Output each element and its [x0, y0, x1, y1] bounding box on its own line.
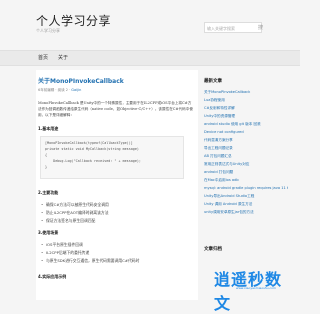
list-item: 防止IL2CPP在AOT编译时剥离该方法 [41, 210, 108, 216]
sidebar-link[interactable]: Unity导出Android Studio工程 [204, 194, 288, 199]
search-icon[interactable]: 搜 [258, 24, 263, 31]
sidebar-recent-title: 最新文章 [204, 79, 222, 84]
sidebar-link[interactable]: 在Mac中启用ios adb [204, 178, 288, 183]
sidebar-link[interactable]: 导出工程问题记录 [204, 146, 288, 151]
sidebar-link[interactable]: C#反射和特性详解 [204, 106, 288, 111]
section-heading: 1.基本用途 [38, 126, 59, 131]
search-input[interactable]: 输入关键字搜索 [204, 22, 262, 33]
post-title[interactable]: 关于MonoPInvokeCallback [38, 76, 124, 85]
sidebar-link[interactable]: 代码混淆方案分享 [204, 138, 288, 143]
nav-item-home[interactable]: 首页 [38, 54, 48, 61]
sidebar-link[interactable]: mysql: android gradle plugin requires ja… [204, 186, 288, 191]
section-heading: 4.实际应用示例 [38, 274, 67, 279]
code-line: private static void MyCallback(string me… [45, 147, 139, 151]
list-item: 与原生SDK进行交互通信，原生代码需要调用C#代码时 [41, 258, 139, 264]
code-line: [MonoPInvokeCallback(typeof(CallbackType… [45, 141, 133, 145]
nav-item-about[interactable]: 关于 [58, 54, 68, 61]
code-line: Debug.Log("Callback received: " + messag… [45, 159, 141, 163]
post-article: 关于MonoPInvokeCallback 6年前编辑 · 阅读 2 · Gai… [36, 70, 198, 300]
site-title[interactable]: 个人学习分享 [36, 12, 111, 29]
list-item: 确保C#方法可以被原生代码安全调用 [41, 202, 109, 208]
sidebar-link[interactable]: android 打包问题 [204, 170, 288, 175]
sidebar-link[interactable]: 关于MonoPInvokeCallback [204, 90, 288, 95]
code-line: { [45, 153, 48, 157]
sidebar-link[interactable]: Lua协程使用 [204, 98, 288, 103]
code-block: [MonoPInvokeCallback(typeof(CallbackType… [40, 136, 184, 179]
watermark-sub: www.xiaoyaomiaoshu.com [236, 286, 276, 290]
main-nav: 首页 关于 [0, 50, 300, 66]
watermark: 逍遥秒数文 www.xiaoyaomiaoshu.com [204, 266, 296, 313]
site-subtitle: 个人学习分享 [36, 28, 60, 33]
post-author[interactable]: Gaijin [71, 88, 81, 92]
list-item: IL2CPP后端下的委托传递 [41, 250, 89, 256]
sidebar-link[interactable]: Unity 调用 Android 原生方法 [204, 202, 288, 207]
list-item: 保证方法签名与原生回调匹配 [41, 218, 95, 224]
watermark-text: 逍遥秒数文 [214, 270, 283, 313]
site-header: 个人学习分享 个人学习分享 输入关键字搜索 搜 [0, 0, 300, 50]
code-line: } [45, 165, 48, 169]
sidebar-link[interactable]: unity调用安卓原生jar包的方法 [204, 210, 288, 215]
post-intro: MonoPInvokeCallback 是Unity中的一个特殊属性，主要用于在… [38, 101, 193, 117]
post-meta: 6年前编辑 · 阅读 2 · Gaijin [38, 88, 82, 92]
section-heading: 2.主要功能 [38, 190, 59, 195]
sidebar-link[interactable]: 常用正则表达式与Unity对应 [204, 162, 288, 167]
post-date: 6年前编辑 [38, 88, 55, 92]
sidebar-link[interactable]: Unity中的资源管理 [204, 114, 288, 119]
section-heading: 3.使用场景 [38, 230, 59, 235]
sidebar-link[interactable]: android studio 使用 git 版本 回滚 [204, 122, 288, 127]
sidebar-archive-title: 文章归档 [204, 247, 222, 252]
sidebar-link[interactable]: AB 打包问题汇总 [204, 154, 288, 159]
list-item: iOS平台原生插件回调 [41, 242, 83, 248]
sidebar-link[interactable]: Device not configured [204, 130, 288, 135]
post-views: 阅读 2 [57, 88, 68, 92]
